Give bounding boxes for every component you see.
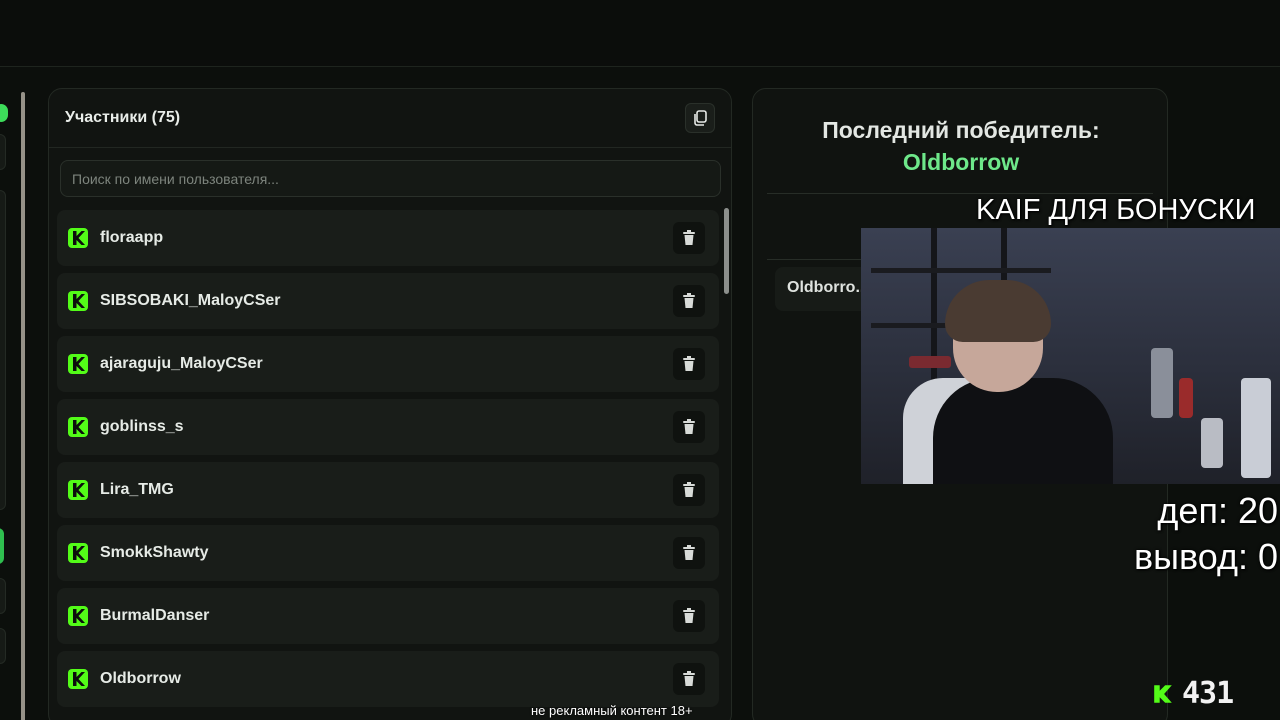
participant-name: floraapp [100, 229, 164, 246]
trash-icon [683, 419, 695, 434]
viewer-count: 431 [1152, 676, 1234, 711]
trash-icon [683, 356, 695, 371]
sidebar-block [0, 190, 6, 510]
sidebar-scrollbar[interactable] [21, 92, 25, 720]
person-hair [945, 280, 1051, 342]
participant-name: SIBSOBAKI_MaloyCSer [100, 292, 281, 309]
bottle [1151, 348, 1173, 418]
shelf [871, 268, 1051, 273]
list-item[interactable]: Lira_TMG [57, 462, 719, 518]
viewer-count-value: 431 [1182, 676, 1234, 711]
sidebar-block[interactable] [0, 134, 6, 170]
delete-button[interactable] [673, 411, 705, 443]
overlay-caption: KAIF ДЛЯ БОНУСКИ [976, 194, 1256, 226]
participant-name: BurmalDanser [100, 607, 210, 624]
kick-logo-icon [68, 291, 88, 311]
kick-logo-icon [68, 480, 88, 500]
left-sidebar [0, 90, 18, 720]
trash-icon [683, 482, 695, 497]
delete-button[interactable] [673, 285, 705, 317]
list-item[interactable]: floraapp [57, 210, 719, 266]
kick-logo-icon [1154, 684, 1172, 703]
delete-button[interactable] [673, 663, 705, 695]
list-item[interactable]: ajaraguju_MaloyCSer [57, 336, 719, 392]
delete-button[interactable] [673, 474, 705, 506]
withdraw-stat: вывод: 0 [1134, 536, 1278, 577]
panel-divider [49, 147, 731, 148]
shelf-item [909, 356, 951, 368]
kick-logo-icon [68, 417, 88, 437]
disclaimer-text: не рекламный контент 18+ [531, 703, 693, 718]
webcam-overlay [861, 228, 1280, 484]
kick-logo-icon [68, 543, 88, 563]
status-dot [0, 104, 8, 122]
participants-list: floraapp SIBSOBAKI_MaloyCSer ajaraguju_M… [57, 210, 719, 714]
sidebar-active-button[interactable] [0, 528, 4, 564]
cup [1201, 418, 1223, 468]
bottle [1241, 378, 1271, 478]
delete-button[interactable] [673, 537, 705, 569]
person-body [933, 378, 1113, 484]
trash-icon [683, 293, 695, 308]
delete-button[interactable] [673, 222, 705, 254]
trash-icon [683, 608, 695, 623]
deposit-stat: деп: 20 [1157, 490, 1278, 531]
sidebar-block[interactable] [0, 578, 6, 614]
kick-logo-icon [68, 354, 88, 374]
list-item[interactable]: goblinss_s [57, 399, 719, 455]
list-item[interactable]: SmokkShawty [57, 525, 719, 581]
participants-title: Участники (75) [65, 109, 181, 126]
kick-logo-icon [68, 669, 88, 689]
kick-logo-icon [68, 606, 88, 626]
participant-name: ajaraguju_MaloyCSer [100, 355, 263, 372]
can [1179, 378, 1193, 418]
winner-name: Oldborrow [902, 149, 1020, 175]
search-input[interactable] [60, 160, 721, 197]
kick-logo-icon [68, 228, 88, 248]
list-item[interactable]: SIBSOBAKI_MaloyCSer [57, 273, 719, 329]
trash-icon [683, 230, 695, 245]
participants-panel: Участники (75) floraapp SIBSOBAKI_MaloyC… [48, 88, 732, 720]
list-item[interactable]: Oldborrow [57, 651, 719, 707]
participant-name: SmokkShawty [100, 544, 209, 561]
delete-button[interactable] [673, 348, 705, 380]
copy-button[interactable] [685, 103, 715, 133]
participant-name: goblinss_s [100, 418, 184, 435]
trash-icon [683, 671, 695, 686]
list-scrollbar[interactable] [724, 208, 729, 294]
sidebar-block[interactable] [0, 628, 6, 664]
participant-name: Oldborrow [100, 670, 181, 687]
top-bar [0, 0, 1280, 67]
winner-title: Последний победитель: [822, 117, 1100, 143]
delete-button[interactable] [673, 600, 705, 632]
trash-icon [683, 545, 695, 560]
list-item[interactable]: BurmalDanser [57, 588, 719, 644]
copy-icon [694, 110, 707, 126]
participant-name: Lira_TMG [100, 481, 174, 498]
